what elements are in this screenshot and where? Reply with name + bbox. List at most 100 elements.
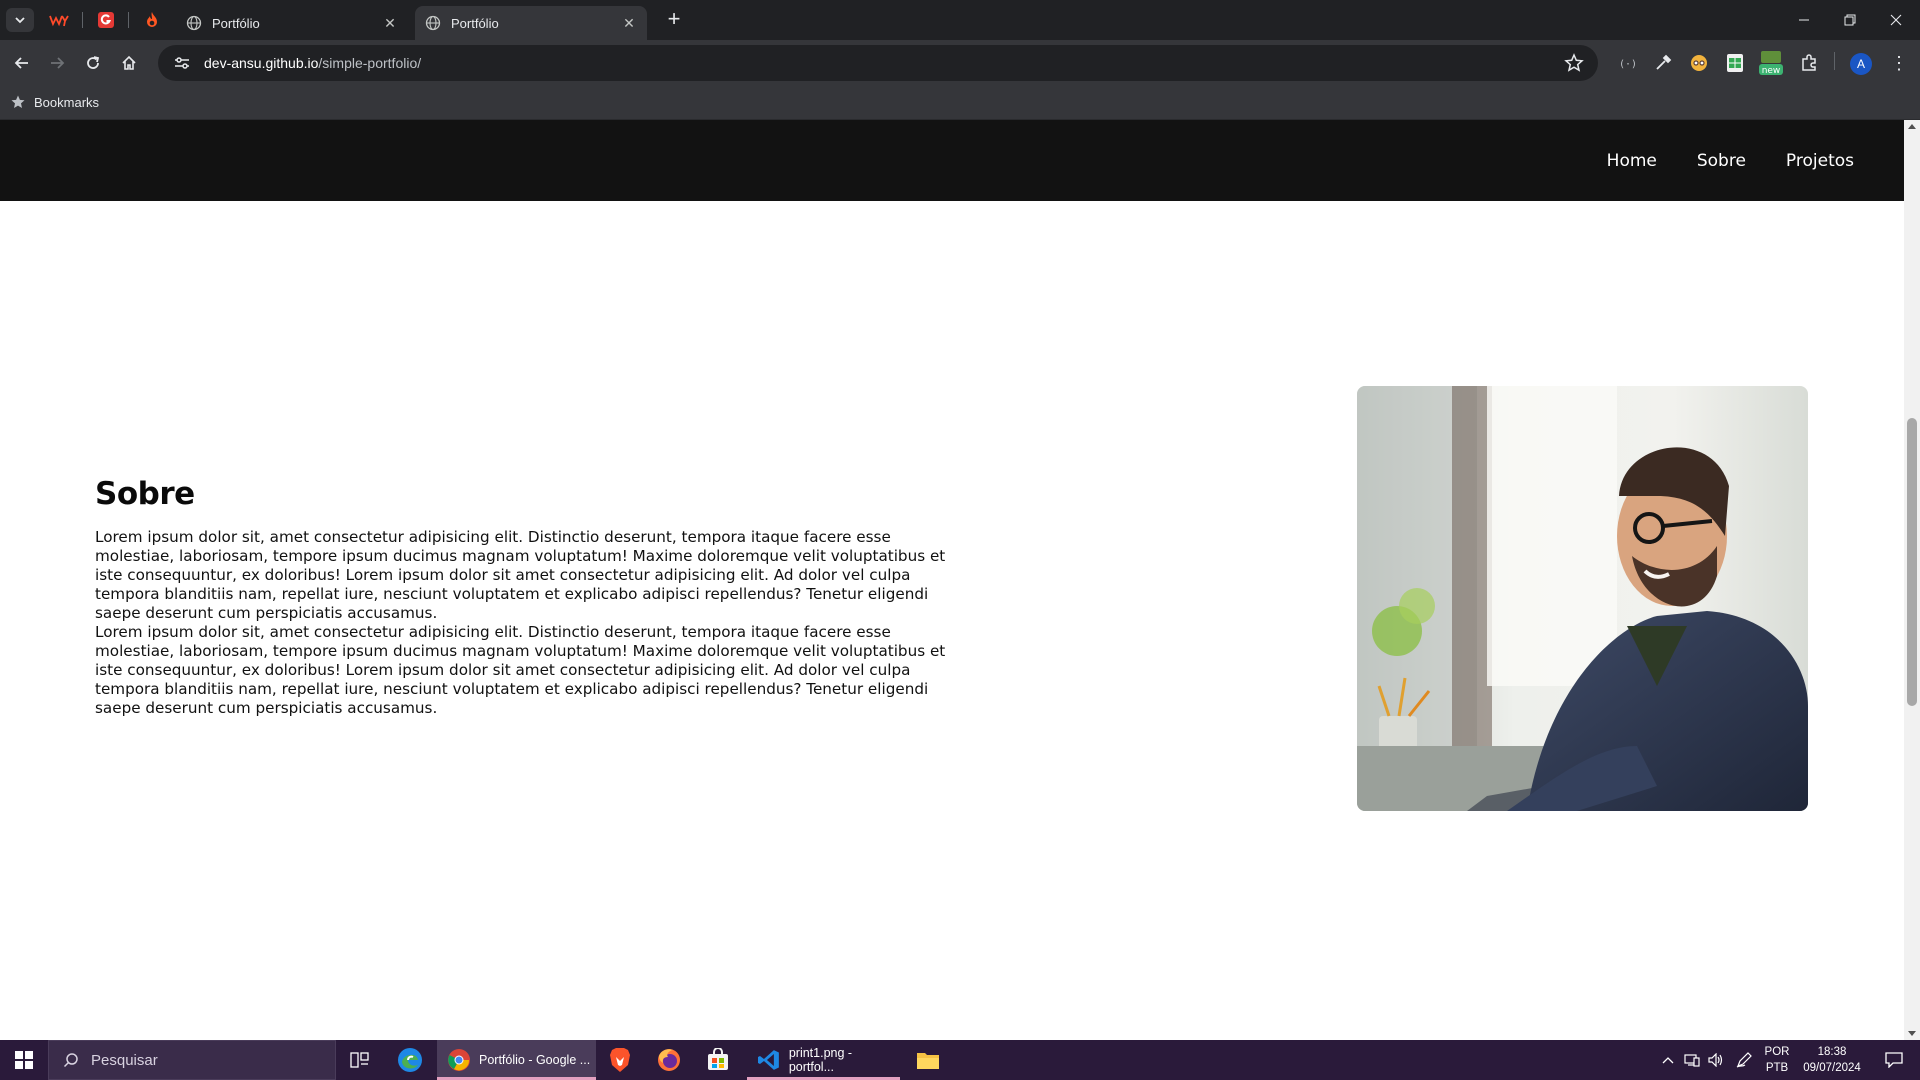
page-viewport: Home Sobre Projetos Sobre Lorem ipsum do… (0, 120, 1920, 1040)
close-icon[interactable]: ✕ (621, 15, 637, 31)
restore-button[interactable] (1827, 0, 1873, 40)
chrome-icon (448, 1049, 470, 1071)
taskbar-search-box[interactable]: Pesquisar (48, 1040, 336, 1080)
network-icon[interactable] (1681, 1040, 1703, 1080)
pinned-tab-wy[interactable] (48, 9, 70, 31)
arrow-left-icon (14, 57, 28, 69)
address-bar[interactable]: dev-ansu.github.io/simple-portfolio/ (158, 45, 1598, 81)
file-explorer-app-button[interactable] (904, 1040, 952, 1080)
site-settings-icon[interactable] (172, 53, 192, 73)
vscode-icon (757, 1050, 779, 1070)
scroll-up-arrow-icon[interactable] (1908, 124, 1916, 129)
home-button[interactable] (115, 49, 143, 77)
windows-logo-icon (15, 1051, 33, 1069)
tab-title: Portfólio (212, 15, 260, 31)
site-nav-links: Home Sobre Projetos (1607, 120, 1854, 201)
extension-new-icon[interactable]: new (1759, 49, 1783, 77)
language-code: POR (1764, 1046, 1790, 1058)
folder-icon (917, 1053, 939, 1069)
browser-toolbar: dev-ansu.github.io/simple-portfolio/ (·)… (0, 40, 1920, 86)
taskbar-app-vscode[interactable]: print1.png - portfol... (747, 1040, 900, 1080)
about-paragraph-2: Lorem ipsum dolor sit, amet consectetur … (95, 623, 946, 717)
url-host: dev-ansu.github.io (204, 55, 319, 71)
nav-link-projetos[interactable]: Projetos (1786, 151, 1854, 171)
profile-photo (1357, 386, 1808, 811)
store-app-button[interactable] (694, 1040, 742, 1080)
nav-link-home[interactable]: Home (1607, 151, 1657, 171)
about-heading: Sobre (95, 476, 195, 512)
back-button[interactable] (8, 49, 36, 77)
g-logo-icon (98, 12, 114, 28)
taskbar-app-chrome[interactable]: Portfólio - Google ... (437, 1040, 596, 1080)
tab-portfolio-2[interactable]: Portfólio ✕ (415, 6, 647, 40)
minimize-button[interactable] (1781, 0, 1827, 40)
search-icon (63, 1053, 78, 1068)
tray-overflow-chevron-icon[interactable] (1657, 1040, 1679, 1080)
nav-link-sobre[interactable]: Sobre (1697, 151, 1746, 171)
store-bag-icon (708, 1048, 728, 1070)
about-paragraph-1: Lorem ipsum dolor sit, amet consectetur … (95, 528, 946, 622)
reload-button[interactable] (79, 49, 107, 77)
pinned-tab-flame[interactable] (141, 9, 163, 31)
system-clock[interactable]: 18:38 09/07/2024 (1795, 1044, 1869, 1076)
chevron-down-icon (15, 17, 25, 24)
arrow-right-icon (51, 57, 65, 69)
bookmarks-bar: Bookmarks (0, 86, 1920, 120)
toolbar-divider (1834, 52, 1835, 70)
menu-kebab-icon[interactable]: ⋮ (1887, 51, 1911, 75)
volume-icon[interactable] (1705, 1040, 1727, 1080)
close-window-button[interactable] (1873, 0, 1919, 40)
bookmark-star-icon[interactable] (1564, 53, 1584, 73)
page-scrollbar[interactable] (1904, 120, 1920, 1040)
edge-app-button[interactable] (386, 1040, 434, 1080)
wy-logo-icon (49, 15, 69, 27)
forward-button[interactable] (43, 49, 71, 77)
scrollbar-thumb[interactable] (1907, 418, 1917, 706)
globe-icon (425, 15, 441, 31)
task-view-button[interactable] (336, 1040, 384, 1080)
tab-separator (128, 12, 129, 28)
tab-separator (82, 12, 83, 28)
bookmarks-label: Bookmarks (34, 94, 100, 110)
bookmarks-folder[interactable]: Bookmarks (10, 94, 99, 110)
pinned-tab-g[interactable] (95, 9, 117, 31)
site-navbar: Home Sobre Projetos (0, 120, 1904, 201)
about-section: Sobre Lorem ipsum dolor sit, amet consec… (95, 476, 955, 718)
globe-icon (186, 15, 202, 31)
windows-taskbar: Pesquisar Portfólio - Google ... print1.… (0, 1040, 1920, 1080)
photo-illustration (1357, 386, 1808, 811)
clock-date: 09/07/2024 (1803, 1062, 1861, 1074)
svg-text:(·): (·) (1619, 59, 1636, 70)
edge-icon (398, 1048, 422, 1072)
firefox-icon (658, 1049, 680, 1071)
restore-icon (1844, 14, 1856, 26)
extension-eyedropper-icon[interactable] (1651, 51, 1675, 75)
home-icon (122, 55, 136, 70)
new-tab-button[interactable]: + (660, 8, 688, 32)
close-icon[interactable]: ✕ (382, 15, 398, 31)
minimize-icon (1799, 19, 1809, 21)
tab-search-button[interactable] (6, 8, 34, 32)
extensions-puzzle-icon[interactable] (1797, 51, 1821, 75)
tab-portfolio-1[interactable]: Portfólio ✕ (176, 6, 408, 40)
extension-sheets-icon[interactable] (1723, 51, 1747, 75)
start-button[interactable] (0, 1040, 48, 1080)
input-language-indicator[interactable]: POR PTB (1760, 1044, 1794, 1076)
notification-center-button[interactable] (1874, 1040, 1914, 1080)
taskbar-app-label: Portfólio - Google ... (479, 1053, 591, 1067)
browser-tab-strip: Portfólio ✕ Portfólio ✕ + (0, 0, 1920, 40)
task-view-icon (350, 1052, 369, 1068)
scroll-down-arrow-icon[interactable] (1908, 1031, 1916, 1036)
brave-lion-icon (610, 1048, 630, 1072)
taskbar-app-label: print1.png - portfol... (788, 1046, 853, 1074)
brave-app-button[interactable] (596, 1040, 644, 1080)
url-text: dev-ansu.github.io/simple-portfolio/ (204, 55, 421, 71)
profile-avatar[interactable]: A (1850, 53, 1872, 75)
extension-glasses-icon[interactable] (1687, 51, 1711, 75)
extension-cast-icon[interactable]: (·) (1615, 51, 1639, 75)
taskbar-search-placeholder: Pesquisar (91, 1051, 158, 1069)
firefox-app-button[interactable] (645, 1040, 693, 1080)
flame-icon (147, 12, 157, 27)
pen-workspace-icon[interactable] (1733, 1040, 1755, 1080)
close-icon (1890, 14, 1902, 26)
